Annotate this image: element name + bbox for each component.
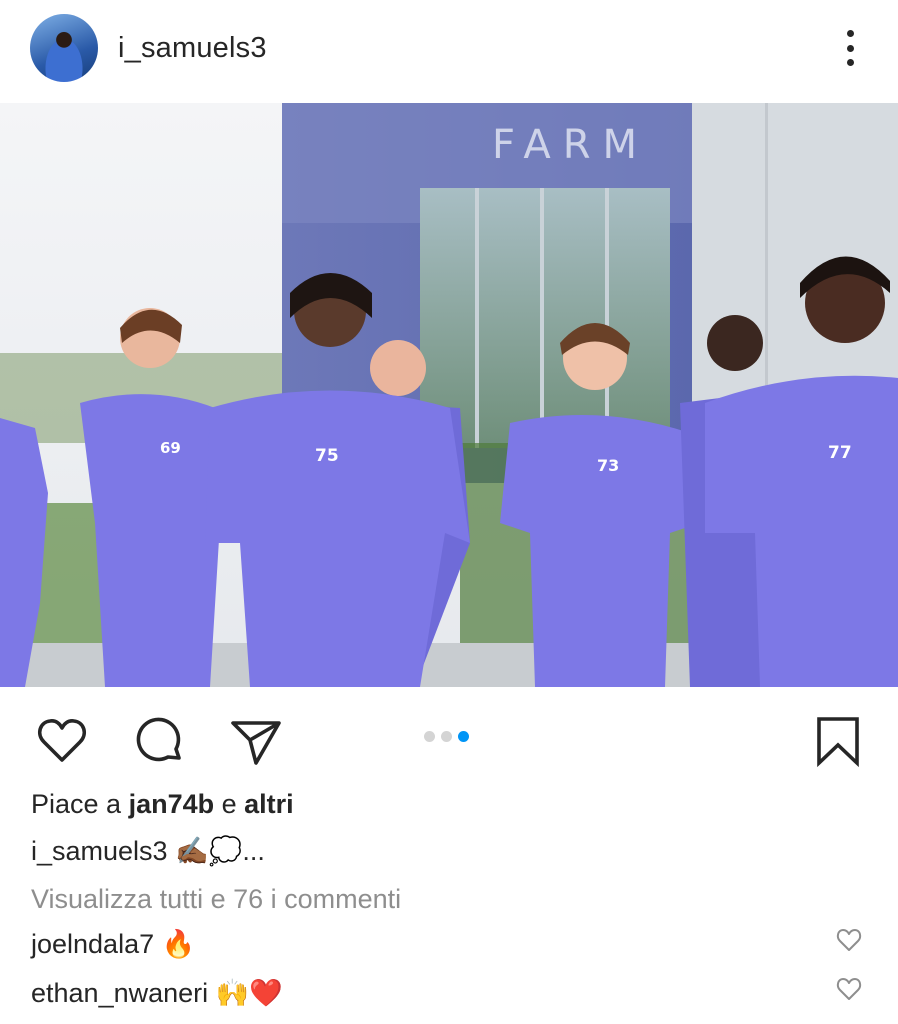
shirt-number-75: 75 — [315, 446, 339, 466]
post-username[interactable]: i_samuels3 — [118, 32, 267, 65]
carousel-dot — [424, 731, 435, 742]
more-options-icon[interactable] — [836, 26, 864, 70]
likes-others[interactable]: altri — [244, 789, 294, 819]
shirt-number-73: 73 — [597, 456, 619, 475]
shirt-number-77: 77 — [828, 443, 852, 463]
send-icon[interactable] — [228, 712, 284, 768]
comment-username[interactable]: ethan_nwaneri — [31, 978, 208, 1008]
comment-username[interactable]: joelndala7 — [31, 929, 154, 959]
carousel-dot — [441, 731, 452, 742]
bookmark-icon[interactable] — [810, 712, 866, 768]
likes-connector: e — [214, 789, 245, 819]
likes-summary[interactable]: Piace a jan74b e altri — [31, 789, 294, 820]
comment-item: joelndala7 🔥 — [31, 928, 195, 960]
comment-like-heart-icon[interactable] — [835, 927, 863, 953]
post-caption: i_samuels3 ✍🏾💭... — [31, 835, 265, 867]
comment-like-heart-icon[interactable] — [835, 976, 863, 1002]
comment-icon[interactable] — [131, 712, 187, 768]
likes-prefix: Piace a — [31, 789, 129, 819]
carousel-dot-active — [458, 731, 469, 742]
likes-user[interactable]: jan74b — [129, 789, 215, 819]
view-all-comments-link[interactable]: Visualizza tutti e 76 i commenti — [31, 884, 401, 915]
carousel-indicator — [424, 731, 469, 742]
comment-item: ethan_nwaneri 🙌❤️ — [31, 977, 283, 1009]
comment-text: 🔥 — [154, 929, 196, 959]
post-header: i_samuels3 — [0, 0, 898, 100]
caption-text: ✍🏾💭... — [167, 836, 265, 866]
shirt-number-69: 69 — [160, 439, 181, 457]
caption-username[interactable]: i_samuels3 — [31, 836, 168, 866]
profile-avatar[interactable] — [30, 14, 98, 82]
building-sign: FARM — [492, 122, 649, 168]
heart-icon[interactable] — [34, 712, 90, 768]
post-image[interactable]: FARM 69 75 73 77 — [0, 103, 898, 687]
comment-text: 🙌❤️ — [208, 978, 283, 1008]
